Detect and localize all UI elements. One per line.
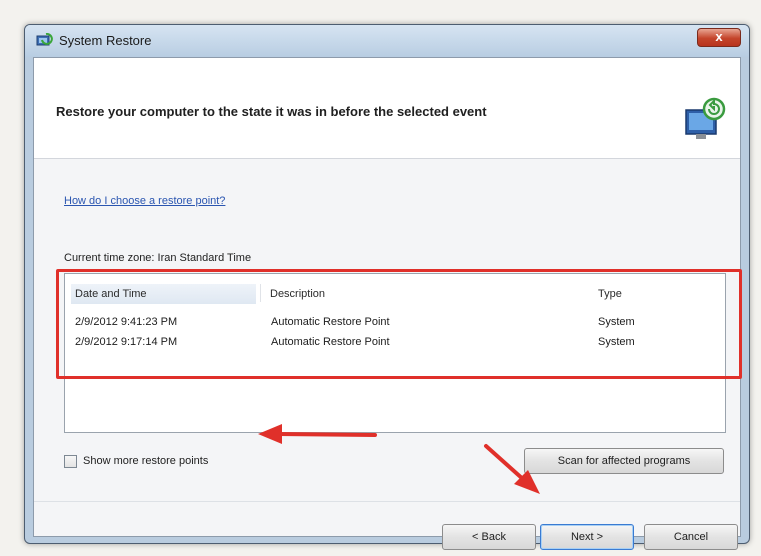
- window-title: System Restore: [59, 33, 152, 48]
- restore-computer-icon: [685, 97, 726, 139]
- annotation-highlight-box: [56, 269, 742, 379]
- choose-restore-point-help-link[interactable]: How do I choose a restore point?: [64, 195, 225, 207]
- show-more-restore-points-label[interactable]: Show more restore points: [83, 455, 208, 467]
- back-button[interactable]: < Back: [442, 524, 536, 550]
- close-button[interactable]: x: [697, 28, 741, 47]
- system-restore-icon: [36, 33, 53, 46]
- next-button[interactable]: Next >: [540, 524, 634, 550]
- page-title: Restore your computer to the state it wa…: [56, 104, 487, 119]
- dialog-header: Restore your computer to the state it wa…: [34, 58, 740, 159]
- footer-divider: [34, 501, 740, 502]
- scan-affected-programs-button[interactable]: Scan for affected programs: [524, 448, 724, 474]
- show-more-restore-points-checkbox[interactable]: [64, 455, 77, 468]
- title-bar[interactable]: System Restore x: [25, 25, 749, 57]
- system-restore-window: System Restore x Restore your computer t…: [24, 24, 750, 550]
- cancel-button[interactable]: Cancel: [644, 524, 738, 550]
- dialog-client-area: Restore your computer to the state it wa…: [33, 57, 742, 550]
- timezone-label: Current time zone: Iran Standard Time: [64, 252, 252, 264]
